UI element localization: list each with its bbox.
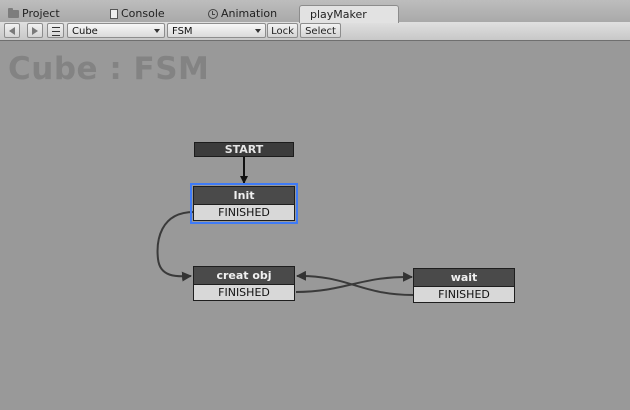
tab-project[interactable]: Project — [8, 5, 60, 22]
start-node[interactable]: START — [194, 142, 294, 157]
object-select[interactable]: Cube — [67, 23, 165, 38]
playmaker-toolbar: Cube FSM Lock Select — [0, 22, 630, 41]
object-select-value: Cube — [72, 26, 98, 37]
tab-animation[interactable]: Animation — [208, 5, 277, 22]
folder-icon — [8, 8, 19, 18]
fsm-select-value: FSM — [172, 26, 193, 37]
state-creat-obj-finished-event[interactable]: FINISHED — [194, 285, 294, 300]
select-button[interactable]: Select — [300, 23, 341, 38]
menu-button[interactable] — [47, 23, 64, 38]
state-init[interactable]: Init FINISHED — [190, 183, 298, 224]
fsm-graph-canvas[interactable]: Cube : FSM START Init FINISHED creat obj… — [0, 41, 630, 410]
tab-playmaker-label: playMaker — [310, 8, 367, 21]
console-icon — [110, 9, 118, 19]
chevron-down-icon — [255, 29, 261, 33]
tab-project-label: Project — [22, 7, 60, 20]
state-wait-title: wait — [414, 269, 514, 287]
state-wait-finished-event[interactable]: FINISHED — [414, 287, 514, 302]
tab-animation-label: Animation — [221, 7, 278, 20]
init-to-creat-obj-link — [156, 211, 195, 282]
forward-button[interactable] — [27, 23, 43, 38]
tab-console-label: Console — [121, 7, 165, 20]
back-button[interactable] — [4, 23, 20, 38]
menu-icon — [51, 26, 60, 36]
clock-icon — [208, 9, 218, 19]
arrow-left-icon — [9, 27, 15, 35]
state-init-title: Init — [194, 187, 294, 205]
state-init-finished-event[interactable]: FINISHED — [194, 205, 294, 220]
state-creat-obj[interactable]: creat obj FINISHED — [193, 266, 295, 301]
transition-links — [156, 157, 414, 296]
arrow-right-icon — [32, 27, 38, 35]
tab-console[interactable]: Console — [110, 5, 165, 22]
lock-button[interactable]: Lock — [267, 23, 298, 38]
tab-playmaker[interactable]: playMaker — [299, 5, 399, 23]
window-tab-bar: Project Console Animation playMaker — [0, 0, 630, 23]
fsm-select[interactable]: FSM — [167, 23, 266, 38]
chevron-down-icon — [154, 29, 160, 33]
state-creat-obj-title: creat obj — [194, 267, 294, 285]
state-wait[interactable]: wait FINISHED — [413, 268, 515, 303]
